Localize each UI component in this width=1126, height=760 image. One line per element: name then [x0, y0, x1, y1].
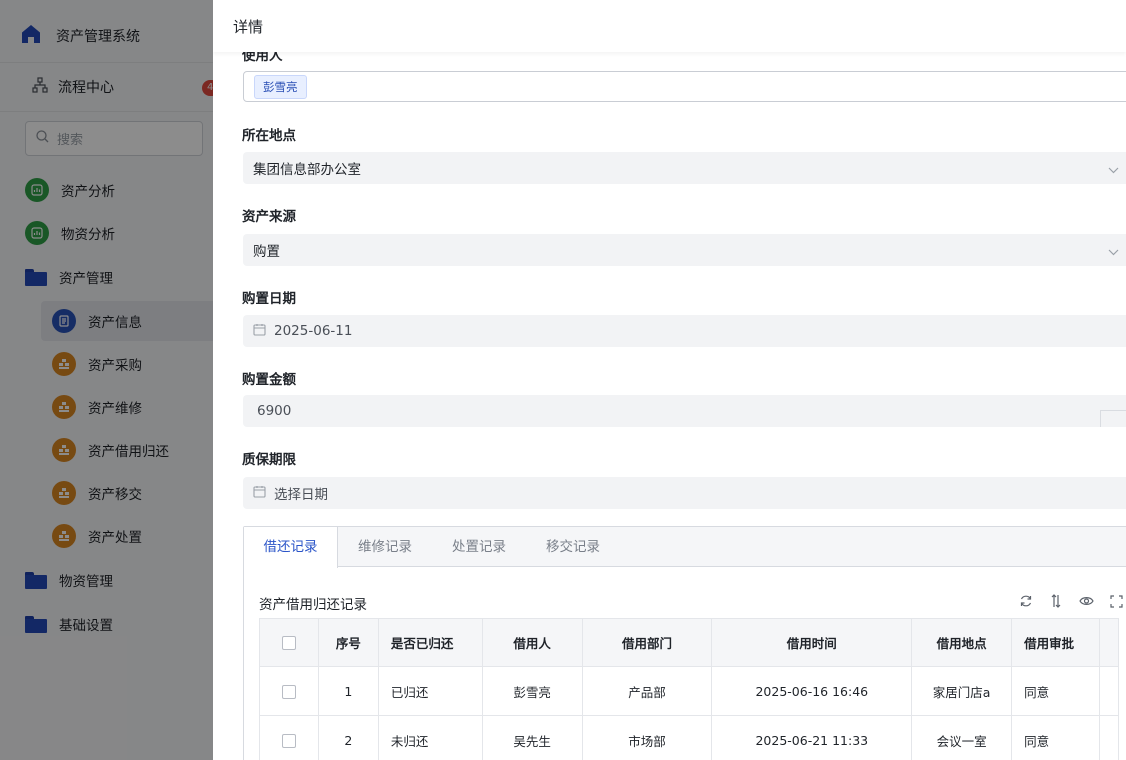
table-cell-overflow [1099, 715, 1120, 760]
column-header[interactable]: 是否已归还 [378, 618, 483, 667]
table-cell: 2 [318, 715, 379, 760]
row-checkbox[interactable] [259, 666, 319, 716]
table-cell: 会议一室 [911, 715, 1013, 760]
column-header[interactable]: 序号 [318, 618, 379, 667]
column-header[interactable]: 借用审批 [1011, 618, 1100, 667]
purchase-date-value: 2025-06-11 [274, 323, 353, 339]
purchase-amount-label: 购置金额 [242, 372, 296, 388]
table-cell: 1 [318, 666, 379, 716]
chevron-down-icon [1108, 244, 1119, 260]
calendar-icon [253, 485, 266, 502]
table-cell: 2025-06-21 11:33 [711, 715, 913, 760]
select-all-checkbox[interactable] [259, 618, 319, 667]
user-select[interactable]: 彭雪亮 [243, 71, 1126, 102]
table-title: 资产借用归还记录 [259, 597, 367, 613]
fullscreen-icon[interactable] [1108, 593, 1124, 609]
chevron-down-icon [1108, 162, 1119, 178]
tabs-bar: 借还记录 维修记录 处置记录 移交记录 [244, 527, 1126, 568]
table-header-row: 序号 是否已归还 借用人 借用部门 借用时间 借用地点 借用审批 [259, 618, 1120, 667]
source-value: 购置 [253, 244, 280, 260]
table-cell: 已归还 [378, 666, 483, 716]
warranty-placeholder: 选择日期 [274, 487, 328, 503]
borrow-records-table: 序号 是否已归还 借用人 借用部门 借用时间 借用地点 借用审批 1 已归还 彭… [259, 618, 1120, 760]
drawer-mask[interactable] [0, 0, 213, 760]
column-header-overflow [1099, 618, 1120, 667]
row-checkbox[interactable] [259, 715, 319, 760]
detail-drawer: 详情 使用人 彭雪亮 所在地点 集团信息部办公室 资产来源 购置 购置日期 20… [213, 0, 1126, 760]
refresh-icon[interactable] [1018, 593, 1034, 609]
table-cell: 同意 [1011, 715, 1100, 760]
tab-transfer-records[interactable]: 移交记录 [526, 527, 620, 567]
table-cell: 彭雪亮 [482, 666, 583, 716]
drawer-header: 详情 [213, 0, 1126, 52]
table-row[interactable]: 2 未归还 吴先生 市场部 2025-06-21 11:33 会议一室 同意 [259, 715, 1120, 760]
tab-borrow-records[interactable]: 借还记录 [244, 527, 338, 568]
purchase-date-label: 购置日期 [242, 291, 296, 307]
location-select[interactable]: 集团信息部办公室 [243, 152, 1126, 184]
column-header[interactable]: 借用人 [482, 618, 583, 667]
table-cell: 未归还 [378, 715, 483, 760]
table-cell: 市场部 [582, 715, 713, 760]
tab-repair-records[interactable]: 维修记录 [338, 527, 432, 567]
column-header[interactable]: 借用部门 [582, 618, 713, 667]
tab-disposal-records[interactable]: 处置记录 [432, 527, 526, 567]
eye-icon[interactable] [1078, 593, 1094, 609]
records-tabs: 借还记录 维修记录 处置记录 移交记录 资产借用归还记录 序号 是否已归还 借用… [243, 526, 1126, 760]
table-cell: 2025-06-16 16:46 [711, 666, 913, 716]
source-select[interactable]: 购置 [243, 234, 1126, 266]
purchase-date-picker[interactable]: 2025-06-11 [243, 315, 1126, 347]
location-value: 集团信息部办公室 [253, 162, 361, 178]
warranty-date-picker[interactable]: 选择日期 [243, 477, 1126, 509]
number-stepper[interactable] [1100, 410, 1126, 427]
column-header[interactable]: 借用时间 [711, 618, 913, 667]
table-toolbar [1018, 593, 1124, 609]
table-row[interactable]: 1 已归还 彭雪亮 产品部 2025-06-16 16:46 家居门店a 同意 [259, 666, 1120, 716]
table-cell: 同意 [1011, 666, 1100, 716]
purchase-amount-input[interactable]: 6900 [243, 395, 1126, 427]
location-label: 所在地点 [242, 128, 296, 144]
table-cell: 家居门店a [911, 666, 1013, 716]
table-cell-overflow [1099, 666, 1120, 716]
user-tag: 彭雪亮 [254, 74, 307, 99]
calendar-icon [253, 323, 266, 340]
column-header[interactable]: 借用地点 [911, 618, 1013, 667]
source-label: 资产来源 [242, 209, 296, 225]
warranty-label: 质保期限 [242, 452, 296, 468]
column-height-icon[interactable] [1048, 593, 1064, 609]
drawer-title: 详情 [233, 17, 264, 36]
purchase-amount-value: 6900 [257, 403, 292, 419]
table-cell: 产品部 [582, 666, 713, 716]
table-cell: 吴先生 [482, 715, 583, 760]
